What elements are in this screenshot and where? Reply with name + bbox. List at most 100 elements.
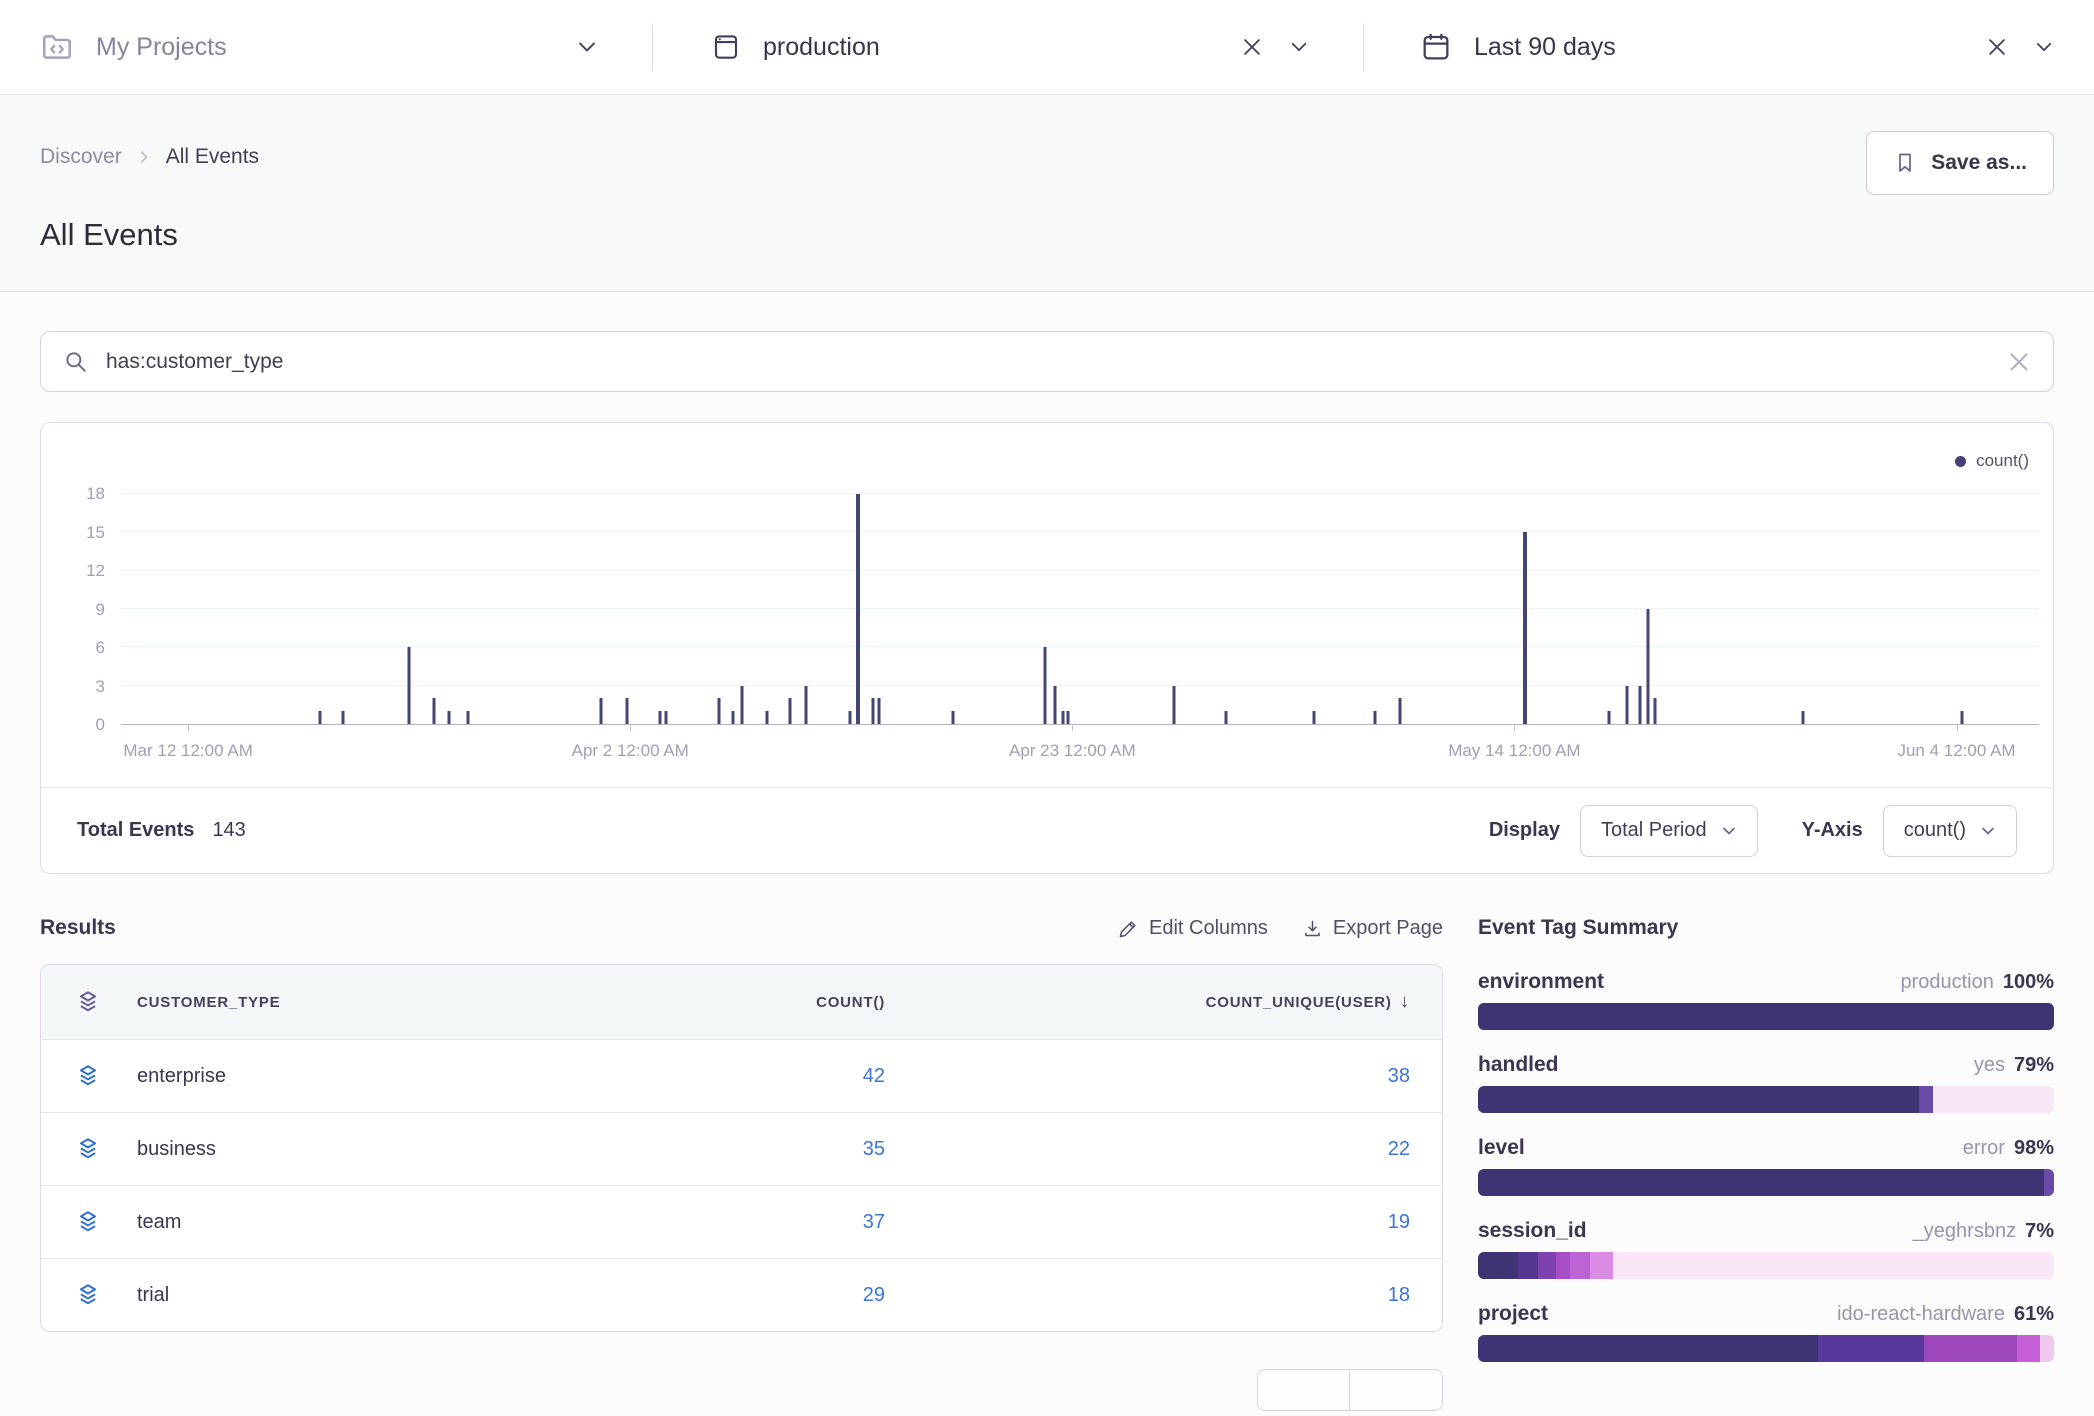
tag-bar-segment — [1613, 1252, 2054, 1279]
events-chart[interactable]: count() 0369121518 Mar 12 12:00 AMApr 2 … — [41, 423, 2053, 787]
table-body: enterprise4238business3522team3719trial2… — [41, 1039, 1442, 1331]
tag-top-value: yes — [1974, 1054, 2005, 1077]
y-tick-label: 3 — [41, 677, 105, 697]
bookmark-icon — [1893, 151, 1917, 175]
total-events-label: Total Events — [77, 819, 194, 842]
event-count-bar — [319, 711, 322, 724]
event-count-bar — [1067, 711, 1070, 724]
event-count-bar — [1054, 686, 1057, 724]
event-count-bar — [1061, 711, 1064, 724]
stack-icon — [75, 1063, 137, 1089]
environment-filter[interactable]: production — [653, 0, 1363, 94]
search-icon — [63, 349, 89, 375]
x-tick-label: Jun 4 12:00 AM — [1897, 741, 2015, 761]
display-dropdown[interactable]: Total Period — [1580, 805, 1758, 857]
event-count-bar — [731, 711, 734, 724]
event-count-bar — [407, 647, 410, 724]
project-filter[interactable]: My Projects — [40, 0, 652, 94]
column-header-unique[interactable]: COUNT_UNIQUE(USER) ↓ — [885, 991, 1410, 1013]
event-count-bar — [789, 698, 792, 724]
count-unique-cell[interactable]: 19 — [885, 1211, 1410, 1234]
date-range-filter[interactable]: Last 90 days — [1364, 0, 2054, 94]
event-count-bar — [1639, 686, 1642, 724]
column-header-count[interactable]: COUNT() — [645, 994, 885, 1011]
event-count-bar — [804, 686, 807, 724]
event-count-bar — [1399, 698, 1402, 724]
save-as-label: Save as... — [1931, 151, 2027, 175]
calendar-icon — [1420, 31, 1452, 63]
count-cell[interactable]: 37 — [645, 1211, 885, 1234]
pencil-icon — [1118, 918, 1139, 939]
chart-y-axis: 0369121518 — [41, 475, 105, 725]
save-as-button[interactable]: Save as... — [1866, 131, 2054, 195]
search-bar — [40, 331, 2054, 392]
table-row: enterprise4238 — [41, 1039, 1442, 1112]
tag-distribution-bar[interactable] — [1478, 1335, 2054, 1362]
export-page-label: Export Page — [1333, 917, 1443, 940]
x-tick-mark — [1514, 724, 1515, 731]
count-unique-cell[interactable]: 22 — [885, 1138, 1410, 1161]
yaxis-label: Y-Axis — [1802, 819, 1863, 842]
breadcrumb-current: All Events — [166, 145, 259, 169]
chevron-down-icon[interactable] — [2034, 37, 2054, 57]
tag-distribution-bar[interactable] — [1478, 1169, 2054, 1196]
tag-bar-segment — [2044, 1169, 2054, 1196]
edit-columns-label: Edit Columns — [1149, 917, 1268, 940]
event-count-bar — [447, 711, 450, 724]
close-icon[interactable] — [1241, 36, 1263, 58]
y-tick-label: 6 — [41, 638, 105, 658]
event-count-bar — [1523, 532, 1527, 724]
event-count-bar — [1802, 711, 1805, 724]
count-unique-cell[interactable]: 38 — [885, 1065, 1410, 1088]
count-cell[interactable]: 35 — [645, 1138, 885, 1161]
results-table: CUSTOMER_TYPE COUNT() COUNT_UNIQUE(USER)… — [40, 964, 1443, 1332]
clear-search-icon[interactable] — [2007, 350, 2031, 374]
date-range-label: Last 90 days — [1474, 33, 1616, 62]
y-tick-label: 15 — [41, 523, 105, 543]
tag-bar-segment — [1478, 1169, 2044, 1196]
tag-distribution-bar[interactable] — [1478, 1003, 2054, 1030]
event-count-bar — [877, 698, 880, 724]
search-input[interactable] — [106, 350, 1990, 374]
table-row: trial2918 — [41, 1258, 1442, 1331]
download-icon — [1302, 918, 1323, 939]
table-row: team3719 — [41, 1185, 1442, 1258]
column-header-tag[interactable]: CUSTOMER_TYPE — [137, 994, 645, 1011]
tag-distribution-bar[interactable] — [1478, 1252, 2054, 1279]
tag-name: project — [1478, 1302, 1548, 1326]
yaxis-dropdown[interactable]: count() — [1883, 805, 2017, 857]
tag-top-value: ido-react-hardware — [1837, 1303, 2005, 1326]
breadcrumb: Discover All Events — [40, 145, 2054, 169]
top-bar: My Projects production — [0, 0, 2094, 95]
display-label: Display — [1489, 819, 1560, 842]
breadcrumb-discover-link[interactable]: Discover — [40, 145, 122, 169]
chevron-down-icon[interactable] — [576, 36, 598, 58]
count-cell[interactable]: 42 — [645, 1065, 885, 1088]
chart-x-axis: Mar 12 12:00 AMApr 2 12:00 AMApr 23 12:0… — [121, 741, 2039, 765]
x-tick-label: Apr 23 12:00 AM — [1009, 741, 1136, 761]
event-count-bar — [1312, 711, 1315, 724]
chevron-down-icon[interactable] — [1289, 37, 1309, 57]
y-tick-label: 18 — [41, 484, 105, 504]
x-tick-mark — [188, 724, 189, 731]
tag-value-cell: enterprise — [137, 1065, 645, 1088]
edit-columns-button[interactable]: Edit Columns — [1118, 917, 1268, 940]
previous-page-button[interactable] — [1257, 1369, 1350, 1411]
sort-desc-icon: ↓ — [1400, 991, 1410, 1013]
next-page-button[interactable] — [1350, 1369, 1443, 1411]
tag-bar-segment — [2040, 1335, 2054, 1362]
count-cell[interactable]: 29 — [645, 1284, 885, 1307]
tag-top-value: error — [1963, 1137, 2005, 1160]
export-page-button[interactable]: Export Page — [1302, 917, 1443, 940]
count-unique-cell[interactable]: 18 — [885, 1284, 1410, 1307]
results-heading: Results — [40, 916, 116, 940]
close-icon[interactable] — [1986, 36, 2008, 58]
event-count-bar — [741, 686, 744, 724]
tag-distribution-bar[interactable] — [1478, 1086, 2054, 1113]
tag-top-value: _yeghrsbnz — [1913, 1220, 2016, 1243]
event-count-bar — [1224, 711, 1227, 724]
event-count-bar — [1961, 711, 1964, 724]
tag-name: session_id — [1478, 1219, 1587, 1243]
event-count-bar — [342, 711, 345, 724]
tag-bar-segment — [1919, 1086, 1933, 1113]
